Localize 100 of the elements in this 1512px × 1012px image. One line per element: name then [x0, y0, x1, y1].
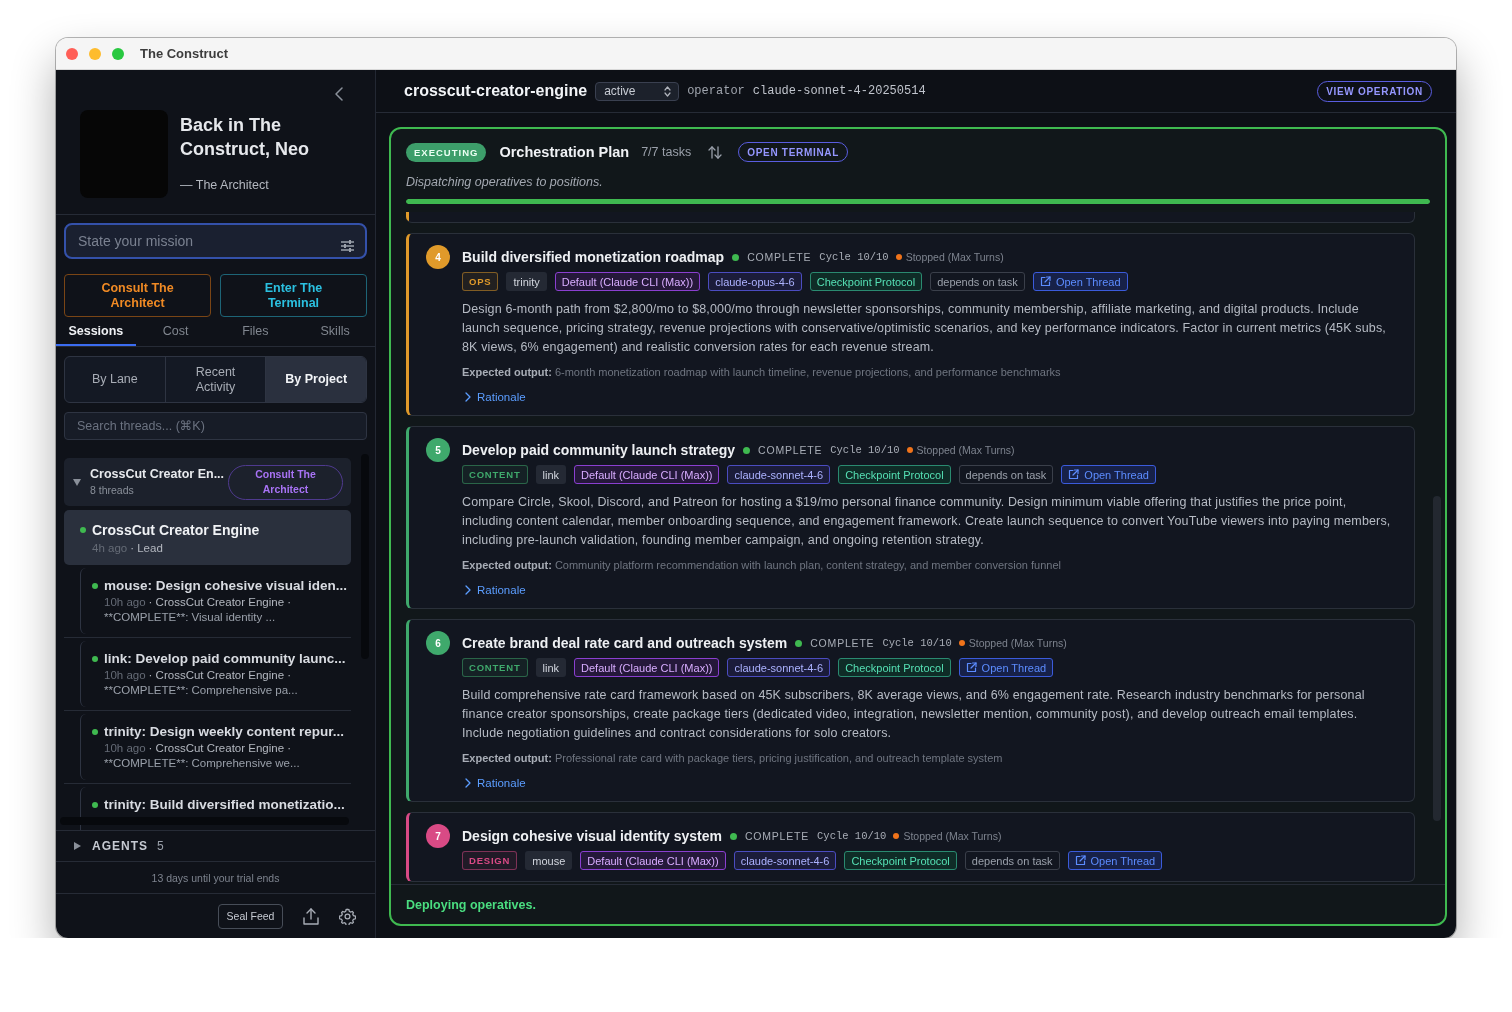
agent-tag: mouse — [525, 851, 573, 870]
sidebar-tab[interactable]: Sessions — [56, 319, 136, 346]
dependency-tag: depends on task — [930, 272, 1025, 291]
protocol-tag: Checkpoint Protocol — [844, 851, 957, 870]
thread-time: 10h ago — [104, 669, 146, 681]
external-link-icon — [1074, 855, 1086, 866]
status-dot-icon — [958, 640, 965, 646]
model-tag: claude-sonnet-4-6 — [727, 658, 831, 677]
hero-attribution: — The Architect — [180, 177, 270, 193]
lane-tag: OPS — [462, 272, 499, 291]
expected-output: Expected output: 6-month monetization roadmap with launch timeline, revenue projections, and performance benchmarks — [462, 365, 1062, 380]
project-name: CrossCut Creator En... — [90, 467, 225, 482]
status-dot-icon — [893, 833, 900, 839]
task-cycle: Cycle 10/10 — [882, 637, 952, 649]
plan-title: Orchestration Plan — [499, 144, 630, 160]
thread-summary: **COMPLETE**: Visual identity ... — [103, 610, 277, 625]
search-field[interactable]: Search threads... (⌘K) — [64, 412, 367, 440]
stop-reason: Stopped (Max Turns) — [916, 444, 1015, 456]
upload-icon[interactable] — [303, 907, 319, 925]
open-thread-link[interactable]: Open Thread — [1061, 465, 1156, 484]
sort-icon[interactable] — [708, 145, 723, 159]
protocol-tag: Checkpoint Protocol — [809, 272, 923, 291]
status-badge: EXECUTING — [406, 142, 487, 162]
enter-terminal-button[interactable]: Enter The Terminal — [220, 274, 367, 317]
thread-item[interactable]: trinity: Design weekly content repur... 10h ago · CrossCut Creator Engine · **COMPLETE**: Comprehensive we... — [64, 711, 351, 784]
sidebar-tab[interactable]: Skills — [295, 319, 375, 346]
external-link-icon — [1039, 276, 1051, 287]
status-dot-icon — [92, 801, 98, 808]
consult-architect-button[interactable]: Consult The Architect — [64, 274, 211, 317]
operator-model: claude-sonnet-4-20250514 — [752, 84, 926, 98]
sidebar-tab[interactable]: Cost — [135, 319, 216, 346]
task-cycle: Cycle 10/10 — [830, 444, 900, 456]
task-title: Design cohesive visual identity system — [462, 828, 722, 844]
mission-field[interactable]: State your mission — [64, 223, 367, 259]
horizontal-scrollbar[interactable] — [60, 817, 349, 825]
plan-status-message: Deploying operatives. — [406, 897, 536, 912]
protocol-tag: Checkpoint Protocol — [838, 658, 951, 677]
rationale-toggle[interactable]: Rationale — [462, 775, 526, 790]
rationale-toggle[interactable]: Rationale — [462, 389, 526, 404]
status-select[interactable]: active — [595, 81, 680, 101]
view-mode-option[interactable]: By Project — [265, 357, 366, 402]
open-thread-link[interactable]: Open Thread — [1032, 272, 1128, 291]
sidebar-tab[interactable]: Files — [215, 319, 296, 346]
dependency-tag: depends on task — [964, 851, 1060, 870]
expected-output: Expected output: Professional rate card with package tiers, pricing justification, and outreach template system — [462, 751, 1004, 766]
chevron-right-icon — [465, 777, 471, 788]
runtime-tag: Default (Claude CLI (Max)) — [580, 851, 726, 870]
agents-count: 5 — [157, 839, 164, 853]
status-dot-icon — [92, 728, 98, 735]
close-window-button[interactable] — [66, 47, 78, 60]
lane-tag: CONTENT — [462, 465, 528, 484]
seal-feed-button[interactable]: Seal Feed — [218, 903, 283, 929]
runtime-tag: Default (Claude CLI (Max)) — [554, 272, 701, 291]
stop-reason: Stopped (Max Turns) — [903, 830, 1002, 842]
thread-item[interactable]: mouse: Design cohesive visual iden... 10h ago · CrossCut Creator Engine · **COMPLETE**: Visual identity ... — [64, 565, 351, 638]
task-count: 7/7 tasks — [641, 145, 692, 159]
thread-summary: **COMPLETE**: Comprehensive pa... — [103, 683, 299, 698]
open-thread-link[interactable]: Open Thread — [1067, 851, 1163, 870]
thread-role: · Lead — [130, 542, 163, 554]
view-mode-option[interactable]: By Lane — [65, 357, 165, 402]
status-dot-icon — [743, 446, 751, 454]
status-dot-icon — [92, 655, 98, 662]
chevron-right-icon — [465, 584, 471, 595]
task-status: COMPLETE — [747, 251, 812, 263]
thread-count: 8 threads — [90, 483, 135, 497]
agent-tag: link — [535, 658, 567, 677]
agents-label: AGENTS — [92, 839, 148, 853]
hero-title: Back in The Construct, Neo — [180, 114, 310, 161]
status-dot-icon — [732, 253, 740, 261]
thread-time: 4h ago — [92, 542, 128, 554]
dependency-tag: depends on task — [958, 465, 1054, 484]
task-status: COMPLETE — [810, 637, 875, 649]
status-dot-icon — [895, 254, 902, 260]
thread-title: trinity: Design weekly content repur... — [104, 724, 345, 739]
stop-reason: Stopped (Max Turns) — [968, 637, 1067, 649]
sliders-icon[interactable] — [341, 240, 354, 252]
agent-tag: link — [535, 465, 567, 484]
caret-icon[interactable] — [73, 478, 81, 486]
runtime-tag: Default (Claude CLI (Max)) — [574, 465, 720, 484]
chevron-left-icon[interactable] — [335, 87, 343, 101]
caret-icon[interactable] — [73, 842, 81, 850]
settings-icon[interactable] — [339, 907, 356, 925]
thread-title: mouse: Design cohesive visual iden... — [104, 578, 348, 593]
task-description: Build comprehensive rate card framework based on 45K subscribers, 8K average views, and 6% engagement rate. Research industry benchmarks for personal finance creator sponsorships, create package tiers (dedicated video, integration, newsletter mention, community post), and develop outreach email templates. Include negotiation guidelines and contract considerations for solo creators. — [462, 687, 1366, 742]
project-group-header[interactable]: CrossCut Creator En... 8 threads Consult The Architect — [64, 458, 351, 506]
external-link-icon — [1068, 469, 1080, 480]
plan-subtitle: Dispatching operatives to positions. — [405, 174, 604, 190]
status-dot-icon — [729, 832, 737, 840]
updown-chevron-icon — [664, 85, 672, 97]
task-number-badge: 5 — [426, 438, 450, 462]
open-thread-link[interactable]: Open Thread — [958, 658, 1054, 677]
chevron-right-icon — [465, 391, 471, 402]
agents-section-header[interactable]: AGENTS 5 — [56, 830, 375, 862]
status-dot-icon — [80, 527, 86, 533]
task-cycle: Cycle 10/10 — [819, 251, 889, 263]
thread-title: link: Develop paid community launc... — [104, 651, 346, 666]
thread-item[interactable]: link: Develop paid community launc... 10h ago · CrossCut Creator Engine · **COMPLETE**: Comprehensive pa... — [64, 638, 351, 711]
thread-item[interactable]: CrossCut Creator Engine 4h ago · Lead — [64, 510, 351, 565]
rationale-toggle[interactable]: Rationale — [462, 582, 526, 597]
task-title: Build diversified monetization roadmap — [462, 249, 725, 265]
